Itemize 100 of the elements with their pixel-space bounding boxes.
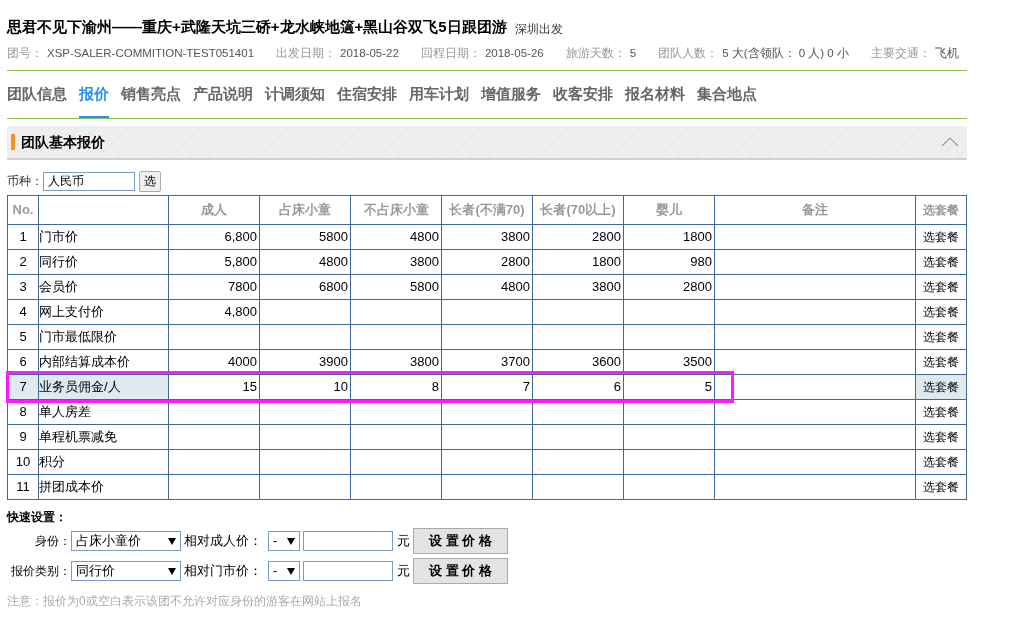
set-price-button[interactable]: 设 置 价 格: [413, 558, 508, 584]
info-value: 飞机: [934, 46, 959, 62]
set-price-button[interactable]: 设 置 价 格: [413, 528, 508, 554]
price-cell: 3600: [532, 349, 624, 375]
field-label: 相对成人价：: [184, 532, 262, 551]
price-cell: 5800: [259, 224, 351, 250]
amount-field[interactable]: [303, 531, 393, 551]
price-type-cell[interactable]: 会员价: [38, 274, 169, 300]
column-header: 选套餐: [915, 195, 967, 225]
price-type-cell[interactable]: 拼团成本价: [38, 474, 169, 500]
quick-settings-title: 快速设置：: [7, 509, 68, 526]
tab[interactable]: 增值服务: [481, 71, 541, 118]
price-cell: 3500: [623, 349, 715, 375]
section-title: 团队基本报价: [21, 132, 105, 152]
price-cell: 4800: [259, 249, 351, 275]
price-cell: 1800: [532, 249, 624, 275]
tab[interactable]: 团队信息: [7, 71, 67, 118]
row-number: 3: [7, 274, 39, 300]
info-value: 5 大(含领队： 0 人) 0 小: [722, 46, 849, 62]
collapse-icon[interactable]: [941, 137, 959, 147]
field-label: 身份：: [34, 533, 71, 550]
tour-title: 思君不见下渝州——重庆+武隆天坑三硚+龙水峡地簻+黑山谷双飞5日跟团游: [7, 16, 507, 37]
column-header: 长者(不满70): [441, 195, 533, 225]
tab[interactable]: 计调须知: [265, 71, 325, 118]
accent-bar-icon: [11, 134, 15, 150]
price-type-cell[interactable]: 门市最低限价: [38, 324, 169, 350]
price-cell: 3800: [441, 224, 533, 250]
column-header: 占床小童: [259, 195, 351, 225]
operator-dropdown[interactable]: -: [268, 561, 300, 581]
price-type-cell[interactable]: 网上支付价: [38, 299, 169, 325]
tab[interactable]: 报价: [79, 71, 109, 118]
column-header: 备注: [714, 195, 916, 225]
price-cell: 1800: [623, 224, 715, 250]
price-type-cell[interactable]: 门市价: [38, 224, 169, 250]
info-label: 团号：: [7, 46, 43, 62]
info-value: XSP-SALER-COMMITION-TEST051401: [47, 46, 255, 62]
info-value: 2018-05-22: [340, 46, 399, 62]
row-number: 9: [7, 424, 39, 450]
select-button[interactable]: 选: [139, 170, 161, 192]
tab[interactable]: 产品说明: [193, 71, 253, 118]
column-header: 不占床小童: [350, 195, 442, 225]
departure-city: 深圳出发: [514, 21, 563, 38]
price-type-cell[interactable]: 积分: [38, 449, 169, 475]
price-cell: 2800: [532, 224, 624, 250]
price-cell: 3900: [259, 349, 351, 375]
caret-icon: [168, 537, 176, 545]
row-number: 4: [7, 299, 39, 325]
tab[interactable]: 集合地点: [697, 71, 757, 118]
tab[interactable]: 收客安排: [553, 71, 613, 118]
note-text: 注意：报价为0或空白表示该团不允许对应身份的游客在网站上报名: [7, 593, 363, 610]
tab[interactable]: 用车计划: [409, 71, 469, 118]
amount-field[interactable]: [303, 561, 393, 581]
info-value: 2018-05-26: [484, 46, 544, 62]
column-header: No.: [7, 195, 39, 225]
price-cell: 4800: [350, 224, 442, 250]
caret-icon: [168, 567, 176, 575]
row-number: 10: [7, 449, 39, 475]
price-cell: 3800: [350, 349, 442, 375]
price-type-cell[interactable]: 业务员佣金/人: [38, 374, 169, 400]
info-label: 团队人数：: [658, 46, 719, 62]
price-cell: 6800: [259, 274, 351, 300]
row-number: 1: [7, 224, 39, 250]
row-number: 11: [7, 474, 39, 500]
price-cell: 5800: [350, 274, 442, 300]
unit-label: 元: [397, 562, 410, 581]
price-cell: 3700: [441, 349, 533, 375]
column-header: 长者(70以上): [532, 195, 624, 225]
price-cell: 6,800: [168, 224, 260, 250]
info-label: 回程日期：: [420, 46, 481, 62]
price-cell: 980: [623, 249, 715, 275]
tab[interactable]: 报名材料: [625, 71, 685, 118]
caret-icon: [287, 537, 295, 545]
column-header: 婴儿: [623, 195, 715, 225]
price-type-cell[interactable]: 同行价: [38, 249, 169, 275]
price-type-cell[interactable]: 单程机票减免: [38, 424, 169, 450]
row-number: 5: [7, 324, 39, 350]
caret-icon: [287, 567, 295, 575]
currency-field[interactable]: 人民币: [43, 171, 135, 191]
field-label: 报价类别：: [10, 563, 71, 580]
unit-label: 元: [397, 532, 410, 551]
dropdown[interactable]: 占床小童价: [71, 531, 181, 551]
info-value: 5: [629, 46, 637, 62]
info-label: 主要交通：: [870, 46, 931, 62]
tab[interactable]: 住宿安排: [337, 71, 397, 118]
dropdown[interactable]: 同行价: [71, 561, 181, 581]
field-label: 相对门市价：: [184, 562, 262, 581]
row-number: 2: [7, 249, 39, 275]
price-cell: 4000: [168, 349, 260, 375]
price-cell: 5,800: [168, 249, 260, 275]
price-cell: 2800: [441, 249, 533, 275]
price-cell: 2800: [623, 274, 715, 300]
price-cell: 3800: [532, 274, 624, 300]
info-label: 旅游天数：: [565, 46, 626, 62]
tab[interactable]: 销售亮点: [121, 71, 181, 118]
column-header: 成人: [168, 195, 260, 225]
price-cell: 3800: [350, 249, 442, 275]
price-cell: 4800: [441, 274, 533, 300]
price-cell: 4,800: [168, 299, 260, 325]
info-label: 出发日期：: [276, 46, 337, 62]
operator-dropdown[interactable]: -: [268, 531, 300, 551]
